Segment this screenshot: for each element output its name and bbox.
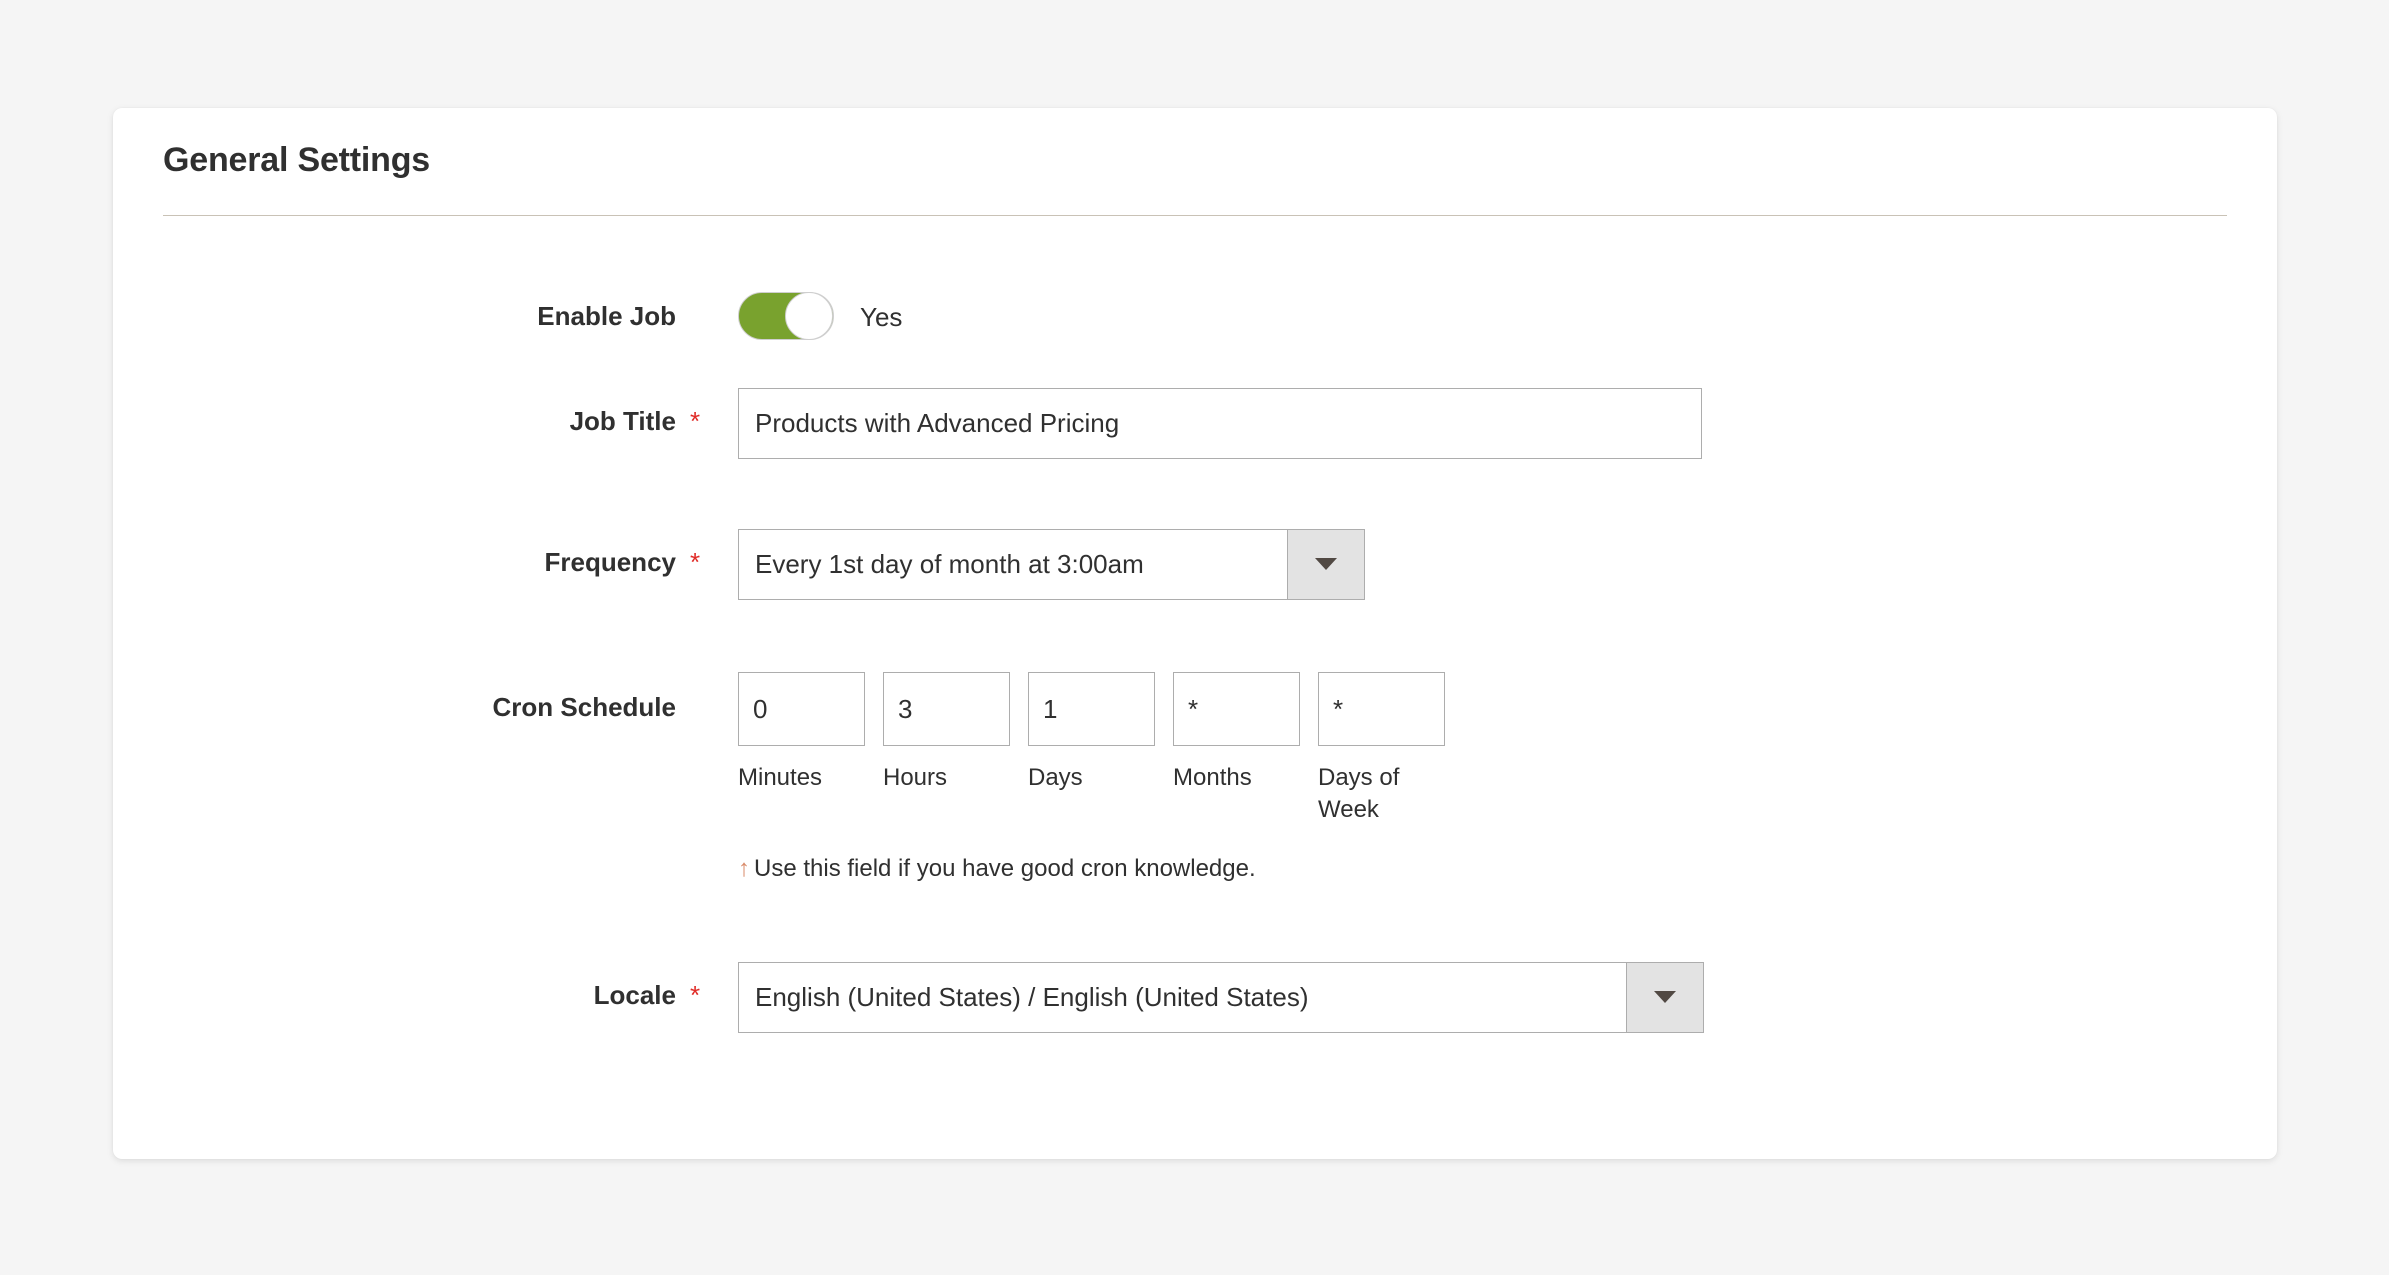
cron-schedule-hint: ↑ Use this field if you have good cron kn… (738, 853, 2227, 884)
locale-control-col: English (United States) / English (Unite… (716, 961, 2227, 1033)
enable-job-required-spacer: * (690, 303, 704, 329)
frequency-select-button[interactable] (1287, 528, 1365, 600)
frequency-label: Frequency (544, 546, 677, 577)
card-inner: General Settings Enable Job * Yes (113, 108, 2277, 1033)
cron-schedule-required-spacer: * (690, 694, 704, 720)
general-settings-card: General Settings Enable Job * Yes (113, 108, 2277, 1159)
job-title-control-col: Products with Advanced Pricing (716, 387, 2227, 459)
frequency-control-col: Every 1st day of month at 3:00am (716, 528, 2227, 600)
locale-select-button[interactable] (1626, 961, 1704, 1033)
cron-days-of-week-input[interactable]: * (1318, 671, 1445, 746)
enable-job-label-col: Enable Job * (163, 292, 716, 329)
frequency-select-value[interactable]: Every 1st day of month at 3:00am (738, 528, 1287, 600)
chevron-down-icon (1315, 558, 1337, 571)
locale-select-value[interactable]: English (United States) / English (Unite… (738, 961, 1626, 1033)
form-row-frequency: Frequency * Every 1st day of month at 3:… (163, 528, 2227, 600)
enable-job-toggle[interactable] (738, 291, 834, 340)
cron-cell-hours: 3 Hours (883, 671, 1010, 827)
locale-required-asterisk: * (690, 979, 701, 1010)
job-title-required-asterisk: * (690, 405, 701, 436)
cron-cell-days: 1 Days (1028, 671, 1155, 827)
page-root: General Settings Enable Job * Yes (0, 0, 2389, 1275)
form-row-cron-schedule: Cron Schedule * 0 Minutes 3 Hours (163, 671, 2227, 884)
enable-job-toggle-wrap: Yes (738, 291, 2227, 340)
cron-cell-months: * Months (1173, 671, 1300, 827)
cron-minutes-label: Minutes (738, 763, 823, 791)
general-settings-form: Enable Job * Yes (163, 216, 2227, 1033)
cron-schedule-label: Cron Schedule (492, 691, 676, 722)
cron-months-label: Months (1173, 763, 1252, 791)
locale-label: Locale (593, 979, 676, 1010)
enable-job-control-col: Yes (716, 291, 2227, 340)
job-title-label: Job Title (569, 405, 676, 436)
frequency-required-asterisk: * (690, 546, 701, 577)
up-arrow-icon: ↑ (738, 854, 750, 882)
cron-days-label: Days (1028, 763, 1083, 791)
chevron-down-icon (1654, 991, 1676, 1004)
cron-schedule-hint-text: Use this field if you have good cron kno… (754, 854, 1256, 882)
form-row-enable-job: Enable Job * Yes (163, 291, 2227, 340)
cron-hours-input[interactable]: 3 (883, 671, 1010, 746)
cron-schedule-label-col: Cron Schedule * (163, 672, 716, 720)
cron-cell-minutes: 0 Minutes (738, 671, 865, 827)
job-title-input[interactable]: Products with Advanced Pricing (738, 387, 1702, 459)
cron-fields-group: 0 Minutes 3 Hours 1 Days * Months * Days… (738, 671, 2227, 827)
cron-schedule-control-col: 0 Minutes 3 Hours 1 Days * Months * Days… (716, 671, 2227, 884)
page-title: General Settings (163, 141, 430, 179)
toggle-knob-icon (785, 291, 833, 340)
cron-cell-days-of-week: * Days of Week (1318, 671, 1445, 827)
form-row-locale: Locale * English (United States) / Engli… (163, 961, 2227, 1033)
job-title-label-col: Job Title * (163, 388, 716, 434)
cron-minutes-input[interactable]: 0 (738, 671, 865, 746)
locale-select[interactable]: English (United States) / English (Unite… (738, 961, 2227, 1033)
frequency-select[interactable]: Every 1st day of month at 3:00am (738, 528, 2227, 600)
cron-days-of-week-label: Days of Week (1318, 763, 1400, 824)
locale-label-col: Locale * (163, 962, 716, 1008)
cron-months-input[interactable]: * (1173, 671, 1300, 746)
enable-job-label: Enable Job (537, 300, 676, 331)
frequency-label-col: Frequency * (163, 529, 716, 575)
enable-job-toggle-state-label: Yes (860, 301, 903, 332)
cron-days-input[interactable]: 1 (1028, 671, 1155, 746)
cron-hours-label: Hours (883, 763, 948, 791)
form-row-job-title: Job Title * Products with Advanced Prici… (163, 387, 2227, 459)
